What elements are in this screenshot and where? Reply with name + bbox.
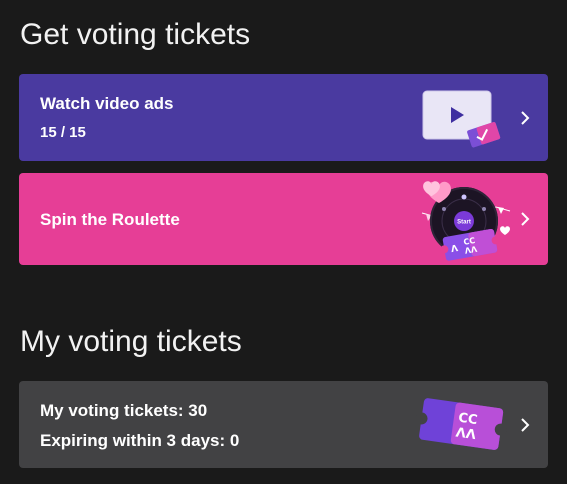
spin-roulette-card[interactable]: Spin the Roulette Start CC ΛΛ Ʌ <box>19 173 548 265</box>
get-voting-tickets-title: Get voting tickets <box>20 18 251 51</box>
chevron-right-icon <box>521 110 530 125</box>
chevron-right-icon <box>521 212 530 226</box>
svg-text:ΛΛ: ΛΛ <box>455 425 477 443</box>
my-voting-tickets-count: My voting tickets: 30 <box>40 401 208 420</box>
wheel-start-text: Start <box>457 220 471 226</box>
watch-video-ads-label: Watch video ads <box>40 94 174 113</box>
video-play-icon <box>422 90 501 148</box>
chevron-right-icon <box>521 417 530 432</box>
roulette-wheel-icon: Start CC ΛΛ Ʌ <box>421 181 511 261</box>
my-voting-tickets-title: My voting tickets <box>20 325 242 358</box>
my-voting-tickets-card[interactable]: My voting tickets: 30 Expiring within 3 … <box>19 381 548 468</box>
expiring-tickets-count: Expiring within 3 days: 0 <box>40 431 240 450</box>
voting-ticket-icon: CC ΛΛ <box>415 398 507 450</box>
watch-video-ads-card[interactable]: Watch video ads 15 / 15 <box>19 74 548 161</box>
spin-roulette-label: Spin the Roulette <box>40 210 180 229</box>
video-ads-progress: 15 / 15 <box>40 124 86 141</box>
